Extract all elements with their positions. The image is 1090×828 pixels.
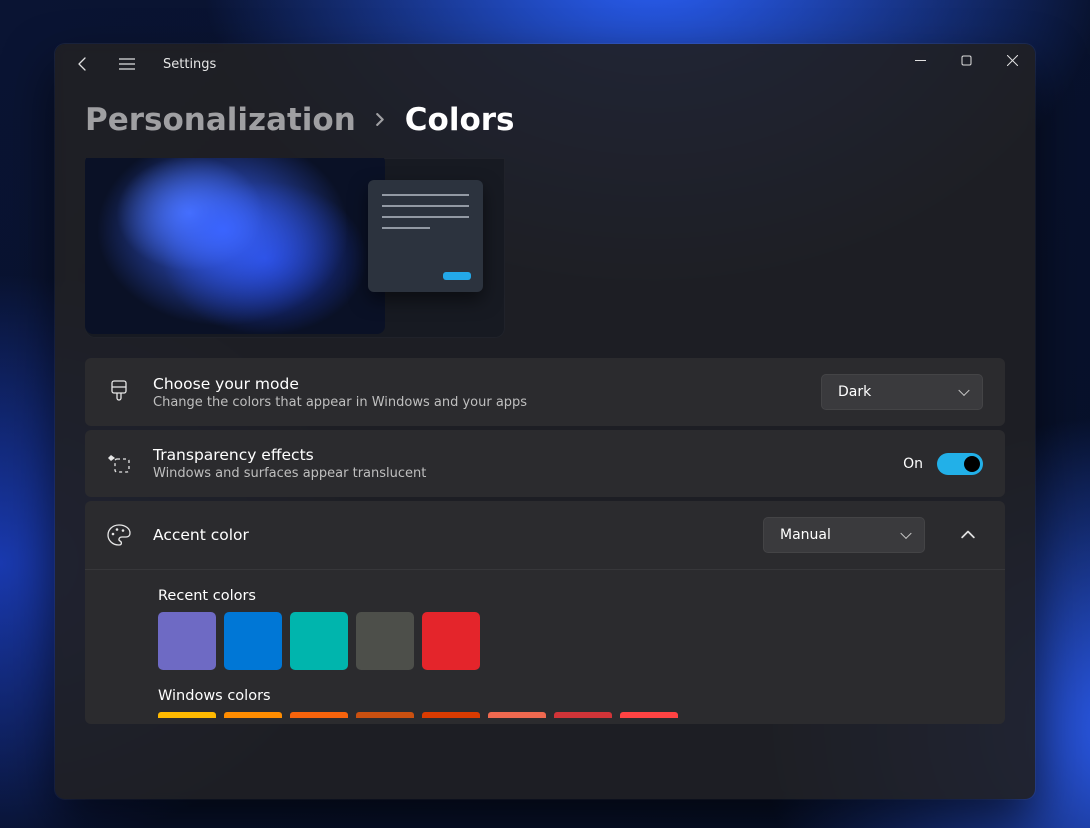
back-button[interactable] (63, 44, 103, 84)
color-swatch[interactable] (356, 612, 414, 670)
minimize-button[interactable] (897, 44, 943, 76)
titlebar: Settings (55, 44, 1035, 84)
color-swatch[interactable] (158, 712, 216, 718)
color-swatch[interactable] (290, 612, 348, 670)
palette-icon (107, 523, 131, 547)
color-swatch[interactable] (224, 712, 282, 718)
transparency-row[interactable]: Transparency effects Windows and surface… (85, 430, 1005, 497)
desktop-wallpaper: Settings Personalization (0, 0, 1090, 828)
transparency-icon (107, 452, 131, 476)
window-title: Settings (163, 57, 216, 72)
hamburger-menu-button[interactable] (107, 44, 147, 84)
color-swatch[interactable] (554, 712, 612, 718)
close-button[interactable] (989, 44, 1035, 76)
breadcrumb: Personalization Colors (85, 102, 1005, 138)
preview-window-icon (368, 180, 483, 292)
color-swatch[interactable] (488, 712, 546, 718)
transparency-title: Transparency effects (153, 446, 881, 464)
collapse-button[interactable] (953, 520, 983, 550)
choose-mode-row[interactable]: Choose your mode Change the colors that … (85, 358, 1005, 426)
color-swatch[interactable] (224, 612, 282, 670)
choose-mode-desc: Change the colors that appear in Windows… (153, 395, 799, 410)
color-swatch[interactable] (620, 712, 678, 718)
windows-colors-label: Windows colors (107, 688, 983, 704)
transparency-toggle[interactable] (937, 453, 983, 475)
maximize-button[interactable] (943, 44, 989, 76)
transparency-desc: Windows and surfaces appear translucent (153, 466, 881, 481)
accent-mode-dropdown[interactable]: Manual (763, 517, 925, 553)
color-swatch[interactable] (422, 712, 480, 718)
accent-color-title: Accent color (153, 526, 741, 544)
transparency-state-label: On (903, 456, 923, 472)
chevron-right-icon (374, 111, 387, 130)
recent-colors-label: Recent colors (107, 588, 983, 604)
page-title: Colors (405, 102, 515, 138)
breadcrumb-parent[interactable]: Personalization (85, 102, 356, 138)
color-swatch[interactable] (356, 712, 414, 718)
choose-mode-title: Choose your mode (153, 375, 799, 393)
paintbrush-icon (107, 380, 131, 404)
color-swatch[interactable] (290, 712, 348, 718)
choose-mode-dropdown[interactable]: Dark (821, 374, 983, 410)
theme-preview (85, 158, 505, 338)
color-swatch[interactable] (422, 612, 480, 670)
accent-color-panel: Recent colors Windows colors (85, 569, 1005, 724)
accent-color-row[interactable]: Accent color Manual (85, 501, 1005, 569)
color-swatch[interactable] (158, 612, 216, 670)
settings-window: Settings Personalization (55, 44, 1035, 799)
